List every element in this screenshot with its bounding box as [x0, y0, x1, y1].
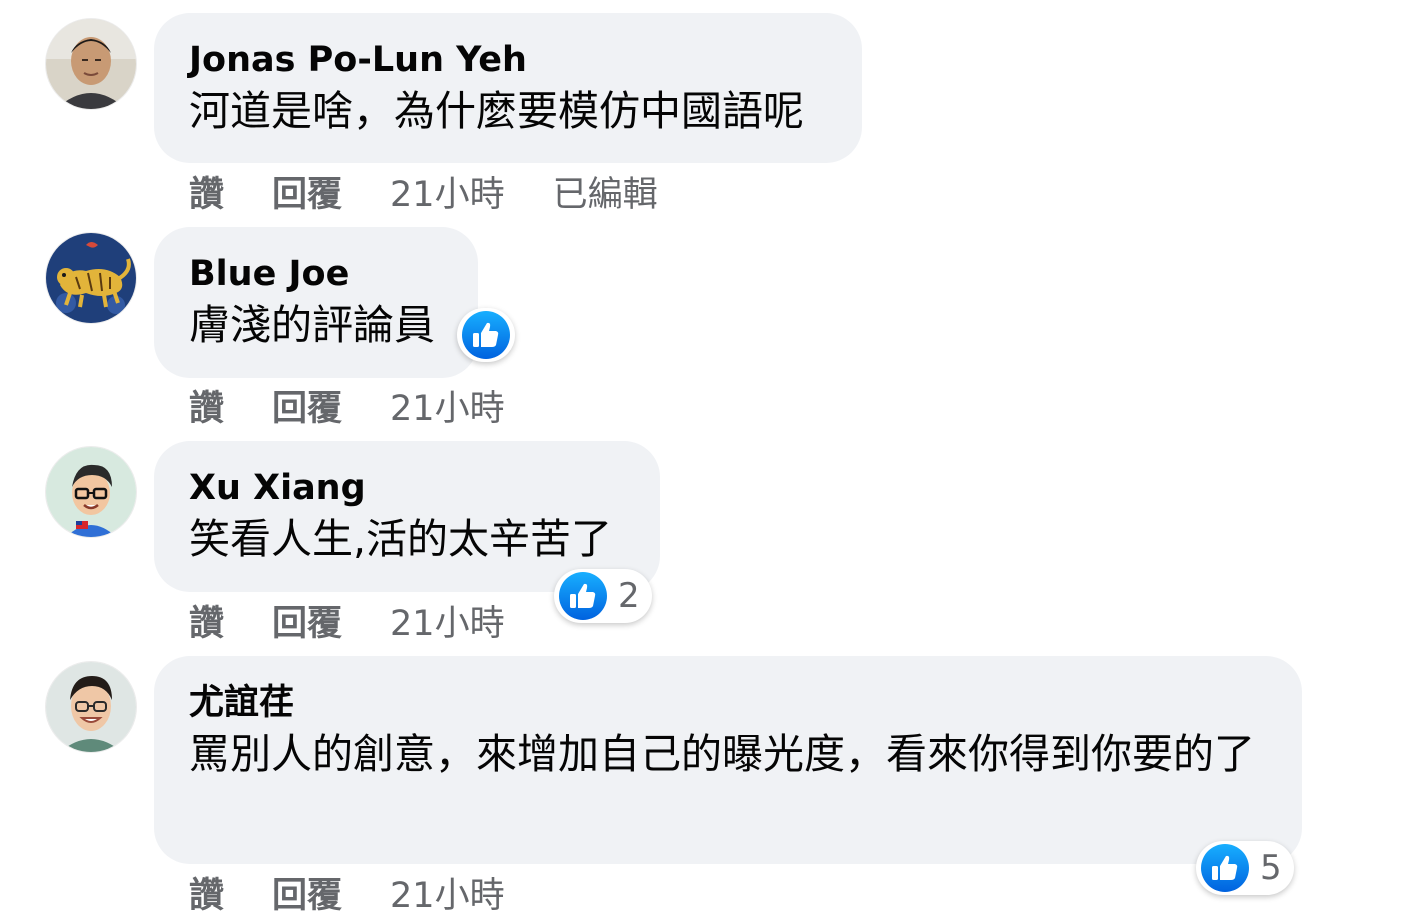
profile-photo-icon	[46, 662, 136, 752]
avatar[interactable]	[46, 19, 136, 109]
comment-author[interactable]: Xu Xiang	[189, 465, 626, 511]
avatar[interactable]	[46, 662, 136, 752]
comment-bubble: Blue Joe 膚淺的評論員	[154, 227, 478, 378]
comment-timestamp[interactable]: 21小時	[390, 166, 505, 217]
comment-actions: 讚 回覆 21小時	[189, 385, 553, 429]
comment-author[interactable]: Blue Joe	[189, 251, 444, 297]
like-button[interactable]: 讚	[189, 166, 224, 217]
reply-button[interactable]: 回覆	[272, 867, 342, 918]
comment-actions: 讚 回覆 21小時 已編輯	[189, 171, 658, 215]
avatar[interactable]	[46, 447, 136, 537]
edited-label[interactable]: 已編輯	[553, 166, 658, 217]
comment-actions: 讚 回覆 21小時	[189, 872, 553, 916]
comment-timestamp[interactable]: 21小時	[390, 867, 505, 918]
thumbs-up-icon	[462, 311, 510, 359]
reply-button[interactable]: 回覆	[272, 595, 342, 646]
comment-author[interactable]: 尤誼荏	[189, 680, 1268, 726]
comment-text: 膚淺的評論員	[189, 301, 435, 349]
comment-timestamp[interactable]: 21小時	[390, 595, 505, 646]
thumbs-up-icon	[1201, 844, 1249, 892]
reaction-count: 5	[1260, 848, 1282, 888]
comment-author[interactable]: Jonas Po-Lun Yeh	[189, 37, 828, 83]
reaction-summary[interactable]: 5	[1196, 841, 1294, 895]
comment-timestamp[interactable]: 21小時	[390, 380, 505, 431]
comment-text: 笑看人生,活的太辛苦了	[189, 515, 613, 563]
reply-button[interactable]: 回覆	[272, 166, 342, 217]
profile-photo-icon	[46, 19, 136, 109]
comment-text: 罵別人的創意，來增加自己的曝光度，看來你得到你要的了	[189, 730, 1255, 778]
reply-button[interactable]: 回覆	[272, 380, 342, 431]
comment-text: 河道是啥，為什麼要模仿中國語呢	[189, 87, 804, 135]
avatar[interactable]	[46, 233, 136, 323]
reaction-summary[interactable]: 2	[554, 569, 652, 623]
reaction-count: 2	[618, 576, 640, 616]
reaction-summary[interactable]	[457, 308, 515, 362]
comment-bubble: 尤誼荏 罵別人的創意，來增加自己的曝光度，看來你得到你要的了	[154, 656, 1302, 864]
comment-actions: 讚 回覆 21小時	[189, 600, 553, 644]
like-button[interactable]: 讚	[189, 595, 224, 646]
like-button[interactable]: 讚	[189, 380, 224, 431]
thumbs-up-icon	[559, 572, 607, 620]
tiger-painting-icon	[46, 233, 136, 323]
cartoon-avatar-icon	[46, 447, 136, 537]
like-button[interactable]: 讚	[189, 867, 224, 918]
comment-bubble: Jonas Po-Lun Yeh 河道是啥，為什麼要模仿中國語呢	[154, 13, 862, 163]
